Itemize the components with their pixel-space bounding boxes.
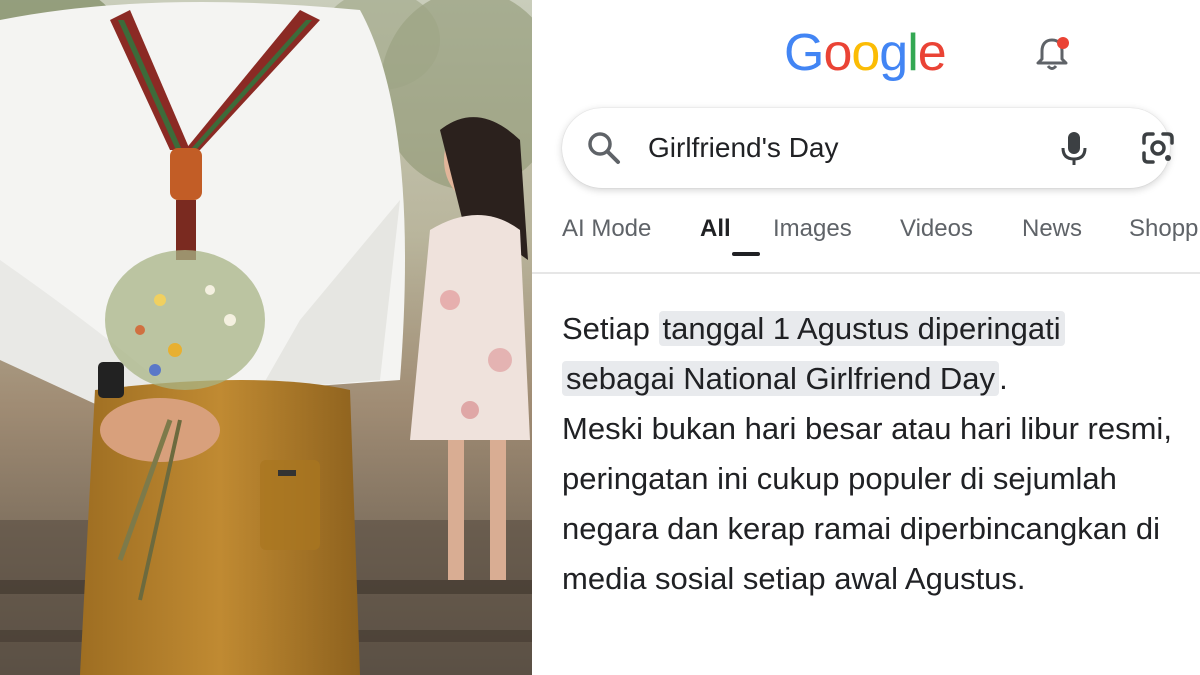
google-lens-icon[interactable]: [1138, 128, 1178, 168]
tab-news[interactable]: News: [1022, 212, 1082, 246]
search-input[interactable]: Girlfriend's Day: [648, 130, 839, 166]
logo-letter: e: [917, 24, 947, 82]
logo-letter: g: [879, 24, 908, 82]
answer-body: Meski bukan hari besar atau hari libur r…: [562, 411, 1172, 596]
tab-images[interactable]: Images: [773, 212, 852, 246]
google-search-panel: Google Girlfriend's Day AI Mode All Imag…: [532, 0, 1200, 675]
answer-punctuation: .: [999, 361, 1008, 396]
ai-answer-text: Setiap tanggal 1 Agustus diperingati seba…: [562, 304, 1172, 604]
couple-flowers-photo: [0, 0, 532, 675]
microphone-icon[interactable]: [1056, 128, 1092, 168]
tab-ai-mode[interactable]: AI Mode: [562, 212, 651, 246]
notifications-bell-icon[interactable]: [1032, 34, 1072, 74]
answer-highlight[interactable]: tanggal 1 Agustus diperingati: [658, 311, 1065, 346]
search-icon[interactable]: [586, 130, 622, 166]
logo-letter: o: [823, 24, 852, 82]
tab-all[interactable]: All: [700, 212, 731, 246]
logo-letter: o: [851, 24, 880, 82]
tab-shopping[interactable]: Shopp: [1129, 212, 1198, 246]
google-logo[interactable]: Google: [784, 24, 947, 82]
logo-letter: l: [907, 24, 919, 82]
logo-letter: G: [784, 24, 824, 82]
tab-videos[interactable]: Videos: [900, 212, 973, 246]
answer-lead: Setiap: [562, 311, 659, 346]
tabs-divider: [532, 272, 1200, 274]
active-tab-indicator: [732, 252, 760, 256]
search-box[interactable]: Girlfriend's Day: [562, 108, 1174, 188]
answer-highlight[interactable]: sebagai National Girlfriend Day: [562, 361, 1000, 396]
